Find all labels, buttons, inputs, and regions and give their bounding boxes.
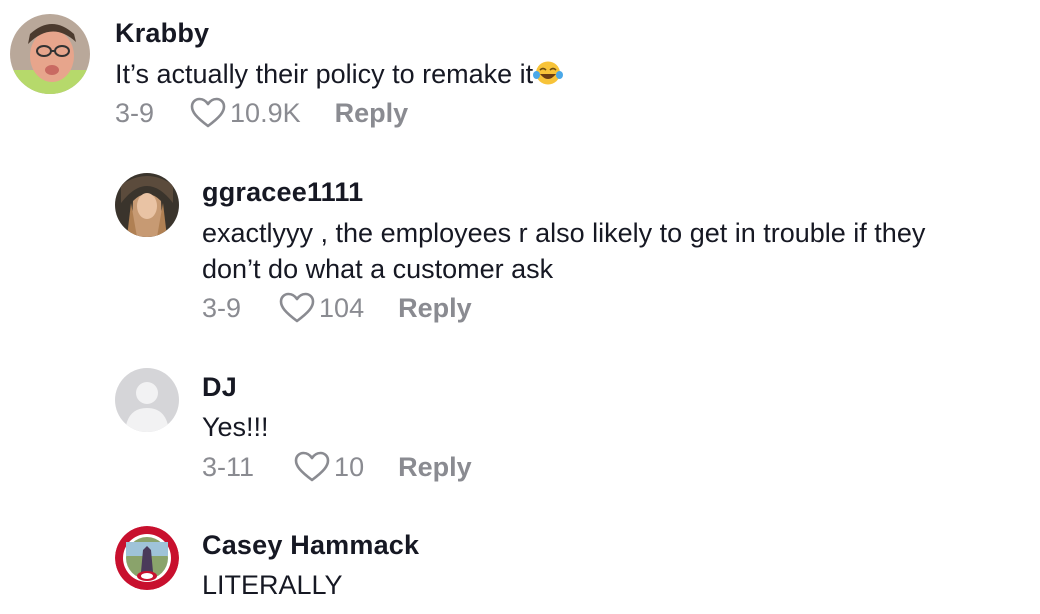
default-avatar-icon (115, 368, 179, 432)
comment-text: Yes!!! (202, 412, 269, 442)
comment-date: 3-9 (115, 97, 155, 128)
like-count: 10.9K (230, 97, 301, 128)
reply-button[interactable]: Reply (398, 293, 472, 324)
comment-username[interactable]: ggracee1111 (202, 177, 363, 208)
heart-outline-icon (190, 97, 226, 128)
comment-text-content: It’s actually their policy to remake it (115, 59, 534, 89)
comment-username[interactable]: Krabby (115, 18, 209, 49)
reply-button[interactable]: Reply (335, 98, 409, 129)
user-avatar[interactable] (115, 173, 179, 237)
like-count: 104 (319, 292, 365, 323)
like-button[interactable]: 10 (294, 451, 364, 483)
comment-meta: 3-11 10 Reply (202, 451, 472, 483)
comment-text: It’s actually their policy to remake it (115, 56, 564, 92)
comment-date: 3-9 (202, 292, 242, 323)
user-photo-icon (115, 173, 179, 237)
comment-username[interactable]: Casey Hammack (202, 530, 419, 561)
reply-button[interactable]: Reply (398, 452, 472, 483)
heart-outline-icon (294, 451, 330, 482)
comment-meta: 3-9 104 Reply (202, 292, 472, 324)
user-photo-icon (10, 14, 90, 94)
team-logo-icon (115, 526, 179, 590)
like-count: 10 (334, 451, 365, 482)
comment-text: LITERALLY (202, 570, 343, 600)
user-avatar[interactable] (115, 368, 179, 432)
user-avatar[interactable] (10, 14, 90, 94)
like-button[interactable]: 104 (279, 292, 364, 324)
comment-text: exactlyyy , the employees r also likely … (202, 218, 926, 248)
comment-text-line2: don’t do what a customer ask (202, 254, 554, 284)
like-button[interactable]: 10.9K (190, 97, 301, 129)
user-avatar[interactable] (115, 526, 179, 590)
comment-meta: 3-9 10.9K Reply (115, 97, 408, 129)
heart-outline-icon (279, 292, 315, 323)
comment-username[interactable]: DJ (202, 372, 237, 403)
comment-date: 3-11 (202, 451, 255, 482)
tears-of-joy-emoji-icon (533, 61, 564, 85)
